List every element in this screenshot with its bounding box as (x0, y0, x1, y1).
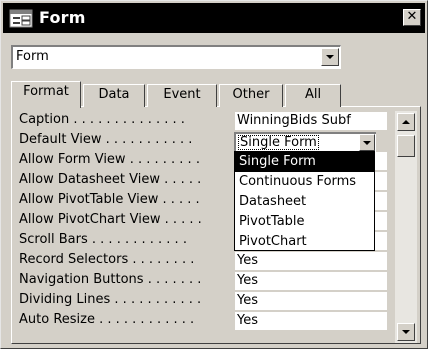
property-value[interactable]: Yes (235, 272, 387, 290)
tab-event[interactable]: Event (147, 84, 217, 107)
tab-strip: Format Data Event Other All (11, 81, 421, 108)
property-label: Caption . . . . . . . . . . . . . . (19, 112, 185, 127)
tab-other[interactable]: Other (219, 84, 283, 107)
property-label: Navigation Buttons . . . . . . . (19, 272, 202, 287)
option-pivottable[interactable]: PivotTable (235, 212, 374, 232)
tab-other-label: Other (232, 87, 270, 102)
form-icon (9, 9, 33, 28)
vertical-scrollbar[interactable] (395, 111, 417, 343)
tab-format[interactable]: Format (11, 81, 81, 108)
property-label: Scroll Bars . . . . . . . . . . . . (19, 232, 187, 247)
scroll-down-icon[interactable] (397, 323, 415, 341)
tab-data[interactable]: Data (83, 84, 145, 107)
object-selector-value: Form (16, 49, 49, 64)
scroll-thumb[interactable] (397, 135, 415, 157)
property-label: Default View . . . . . . . . . . . (19, 132, 193, 147)
option-single-form[interactable]: Single Form (235, 152, 374, 172)
tab-all[interactable]: All (285, 84, 341, 107)
default-view-combo[interactable]: Single Form (234, 132, 376, 152)
property-row-auto-resize[interactable]: Auto Resize . . . . . . . . . . . . Yes (13, 311, 391, 331)
property-row-record-selectors[interactable]: Record Selectors . . . . . . . . Yes (13, 251, 391, 271)
property-value[interactable]: Yes (235, 292, 387, 310)
tab-all-label: All (304, 87, 322, 102)
property-label: Allow Form View . . . . . . . . . (19, 152, 200, 167)
property-value[interactable]: Yes (235, 312, 387, 330)
chevron-down-icon[interactable] (359, 134, 375, 151)
property-label: Allow PivotTable View . . . . . (19, 192, 200, 207)
close-icon: ✕ (406, 9, 418, 24)
property-row-dividing-lines[interactable]: Dividing Lines . . . . . . . . . . . Yes (13, 291, 391, 311)
tab-data-label: Data (98, 87, 130, 102)
option-pivotchart[interactable]: PivotChart (235, 232, 374, 252)
property-value[interactable]: WinningBids Subf (235, 112, 387, 130)
property-label: Auto Resize . . . . . . . . . . . . (19, 312, 195, 327)
close-button[interactable]: ✕ (403, 9, 421, 26)
tab-format-label: Format (23, 84, 69, 99)
scroll-up-icon[interactable] (397, 113, 415, 131)
property-value[interactable]: Yes (235, 252, 387, 270)
default-view-options: Single Form Continuous Forms Datasheet P… (234, 151, 375, 251)
default-view-value: Single Form (238, 135, 319, 150)
property-label: Allow PivotChart View . . . . . (19, 212, 202, 227)
window-title: Form (39, 8, 86, 27)
property-label: Record Selectors . . . . . . . . (19, 252, 195, 267)
property-label: Dividing Lines . . . . . . . . . . . (19, 292, 202, 307)
property-row-navigation-buttons[interactable]: Navigation Buttons . . . . . . . Yes (13, 271, 391, 291)
properties-window: Form ✕ Form Format Data Event Other All … (0, 0, 428, 349)
title-bar[interactable]: Form ✕ (3, 3, 425, 33)
property-label: Allow Datasheet View . . . . . (19, 172, 202, 187)
chevron-down-icon[interactable] (321, 48, 339, 66)
property-row-caption[interactable]: Caption . . . . . . . . . . . . . . Winn… (13, 111, 391, 131)
tab-event-label: Event (163, 87, 201, 102)
object-selector[interactable]: Form (11, 45, 341, 69)
option-datasheet[interactable]: Datasheet (235, 192, 374, 212)
option-continuous-forms[interactable]: Continuous Forms (235, 172, 374, 192)
